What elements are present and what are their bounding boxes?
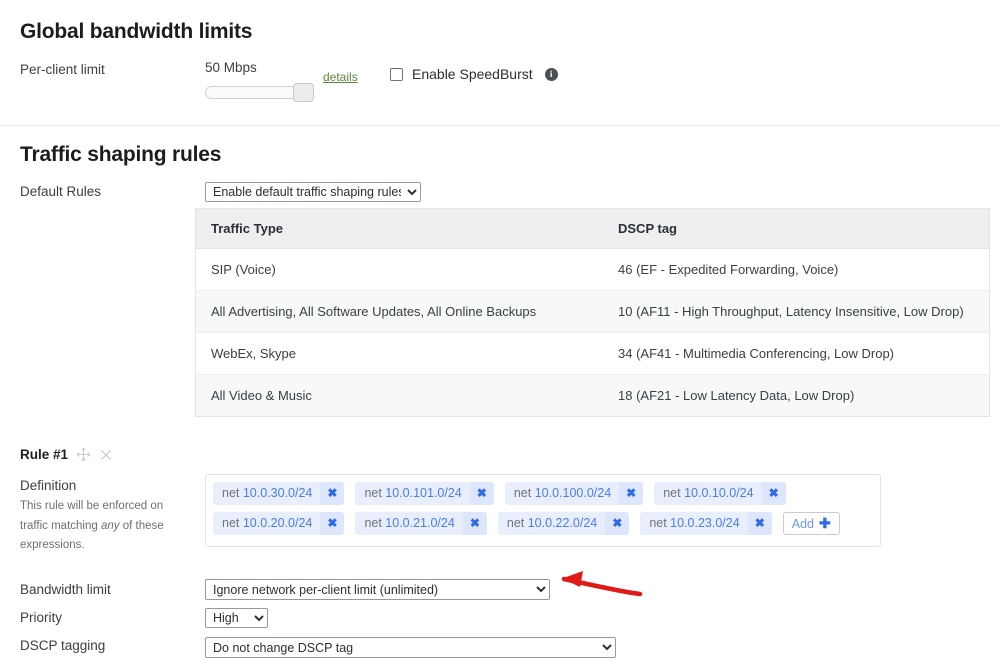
expression-tag[interactable]: net 10.0.23.0/24 ✖ (640, 512, 771, 535)
remove-tag-icon[interactable]: ✖ (605, 512, 629, 535)
cell-traffic-type: SIP (Voice) (196, 249, 604, 291)
cell-dscp-tag: 18 (AF21 - Low Latency Data, Low Drop) (603, 375, 990, 417)
cell-traffic-type: All Video & Music (196, 375, 604, 417)
enable-speedburst-label: Enable SpeedBurst (412, 66, 533, 82)
priority-label: Priority (20, 610, 62, 625)
cell-dscp-tag: 10 (AF11 - High Throughput, Latency Inse… (603, 291, 990, 333)
plus-icon: ✚ (819, 515, 831, 532)
table-row: SIP (Voice) 46 (EF - Expedited Forwardin… (196, 249, 990, 291)
expression-tag-label: net 10.0.21.0/24 (355, 512, 462, 535)
remove-tag-icon[interactable]: ✖ (463, 512, 487, 535)
per-client-limit-label: Per-client limit (20, 62, 105, 77)
add-expression-button[interactable]: Add ✚ (783, 512, 840, 535)
expression-tag-label: net 10.0.30.0/24 (213, 482, 320, 505)
default-rules-select[interactable]: Enable default traffic shaping rules (205, 182, 421, 202)
expression-tag[interactable]: net 10.0.30.0/24 ✖ (213, 482, 344, 505)
default-rules-label: Default Rules (20, 184, 101, 199)
definition-label: Definition (20, 478, 76, 493)
per-client-limit-slider[interactable] (205, 83, 313, 101)
page-title: Global bandwidth limits (20, 20, 252, 44)
expression-tag[interactable]: net 10.0.20.0/24 ✖ (213, 512, 344, 535)
cell-dscp-tag: 34 (AF41 - Multimedia Conferencing, Low … (603, 333, 990, 375)
definition-help-emphasis: any (101, 520, 120, 532)
add-label: Add (792, 517, 814, 531)
column-header-traffic-type: Traffic Type (196, 209, 604, 249)
slider-thumb[interactable] (293, 83, 314, 102)
tag-row-2: net 10.0.20.0/24 ✖ net 10.0.21.0/24 ✖ ne… (213, 512, 880, 535)
bandwidth-limit-select[interactable]: Ignore network per-client limit (unlimit… (205, 579, 550, 600)
expression-tag-label: net 10.0.101.0/24 (355, 482, 469, 505)
table-row: All Video & Music 18 (AF21 - Low Latency… (196, 375, 990, 417)
expression-tag-label: net 10.0.23.0/24 (640, 512, 747, 535)
info-icon[interactable]: i (545, 68, 558, 81)
speedburst-group: Enable SpeedBurst i (390, 66, 558, 82)
remove-tag-icon[interactable]: ✖ (762, 482, 786, 505)
close-icon[interactable] (99, 448, 113, 462)
expression-tag-label: net 10.0.10.0/24 (654, 482, 761, 505)
column-header-dscp-tag: DSCP tag (603, 209, 990, 249)
rule-title: Rule #1 (20, 447, 68, 462)
tag-row-1: net 10.0.30.0/24 ✖ net 10.0.101.0/24 ✖ n… (213, 482, 880, 505)
traffic-shaping-defaults-table: Traffic Type DSCP tag SIP (Voice) 46 (EF… (195, 208, 990, 417)
cell-traffic-type: WebEx, Skype (196, 333, 604, 375)
rule-header: Rule #1 (20, 447, 113, 462)
remove-tag-icon[interactable]: ✖ (470, 482, 494, 505)
expression-tag[interactable]: net 10.0.22.0/24 ✖ (498, 512, 629, 535)
expression-tag[interactable]: net 10.0.10.0/24 ✖ (654, 482, 785, 505)
per-client-limit-value: 50 Mbps (205, 60, 257, 75)
expression-tag[interactable]: net 10.0.100.0/24 ✖ (505, 482, 643, 505)
remove-tag-icon[interactable]: ✖ (748, 512, 772, 535)
move-handle-icon[interactable] (76, 447, 91, 462)
section-divider (0, 125, 999, 126)
expression-tag-label: net 10.0.20.0/24 (213, 512, 320, 535)
priority-select[interactable]: High (205, 608, 268, 628)
dscp-tagging-select[interactable]: Do not change DSCP tag (205, 637, 616, 658)
bandwidth-limit-label: Bandwidth limit (20, 582, 111, 597)
enable-speedburst-checkbox[interactable] (390, 68, 403, 81)
expression-tag[interactable]: net 10.0.101.0/24 ✖ (355, 482, 493, 505)
annotation-arrow (552, 563, 644, 603)
remove-tag-icon[interactable]: ✖ (619, 482, 643, 505)
expression-tag[interactable]: net 10.0.21.0/24 ✖ (355, 512, 486, 535)
traffic-shaping-title: Traffic shaping rules (20, 143, 221, 167)
remove-tag-icon[interactable]: ✖ (320, 512, 344, 535)
table-row: All Advertising, All Software Updates, A… (196, 291, 990, 333)
expression-tag-label: net 10.0.100.0/24 (505, 482, 619, 505)
expression-tag-label: net 10.0.22.0/24 (498, 512, 605, 535)
definition-expressions-box: net 10.0.30.0/24 ✖ net 10.0.101.0/24 ✖ n… (205, 474, 881, 547)
table-row: WebEx, Skype 34 (AF41 - Multimedia Confe… (196, 333, 990, 375)
remove-tag-icon[interactable]: ✖ (320, 482, 344, 505)
details-link[interactable]: details (323, 70, 358, 84)
table-header-row: Traffic Type DSCP tag (196, 209, 990, 249)
cell-dscp-tag: 46 (EF - Expedited Forwarding, Voice) (603, 249, 990, 291)
dscp-tagging-label: DSCP tagging (20, 638, 105, 653)
cell-traffic-type: All Advertising, All Software Updates, A… (196, 291, 604, 333)
definition-help-text: This rule will be enforced on traffic ma… (20, 497, 185, 556)
